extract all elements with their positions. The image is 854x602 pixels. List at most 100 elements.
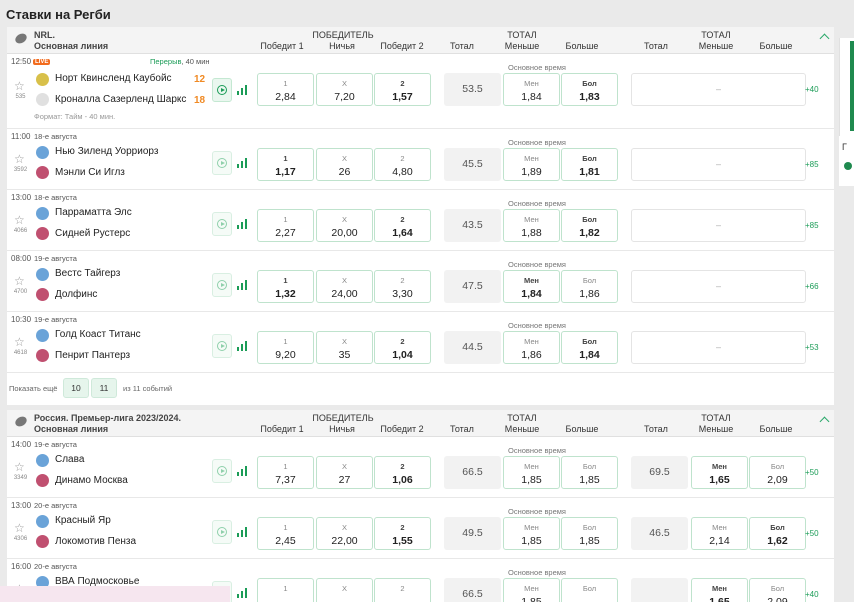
odd-over-button[interactable]: Бол 1,85 (561, 517, 618, 550)
odd-under-button[interactable]: Мен 1,86 (503, 331, 560, 364)
odd-draw-button[interactable]: X 24,00 (316, 270, 373, 303)
team2-name[interactable]: Мэнли Си Иглз (55, 167, 125, 178)
video-button[interactable] (212, 212, 232, 236)
match-row[interactable]: 13:00 18-е августа ☆ 4066 Парраматта Элс Сидн… (7, 190, 834, 251)
more-markets-link[interactable]: +40 (805, 85, 819, 94)
video-button[interactable] (212, 78, 232, 102)
more-markets-link[interactable]: +50 (805, 468, 819, 477)
odd-under2-button[interactable]: Мен 1,65 (691, 578, 748, 602)
favorite-star-icon[interactable]: ☆ (14, 335, 25, 349)
match-row[interactable]: 12:50 LIVE Перерыв, 40 мин ☆ 535 Норт Кви… (7, 54, 834, 129)
team1-name[interactable]: Норт Квинсленд Каубойс (55, 73, 172, 84)
team1-name[interactable]: Слава (55, 454, 84, 465)
video-button[interactable] (212, 334, 232, 358)
show-more-10-button[interactable]: 10 (63, 378, 89, 398)
odd-win2-button[interactable]: 2 3,30 (374, 270, 431, 303)
odd-over2-button[interactable]: Бол 1,62 (749, 517, 806, 550)
favorite-star-icon[interactable]: ☆ (14, 213, 25, 227)
odd-over2-button[interactable]: Бол 2,09 (749, 456, 806, 489)
odd-under-button[interactable]: Мен 1,84 (503, 270, 560, 303)
odd-over-button[interactable]: Бол 1,81 (561, 148, 618, 181)
match-row[interactable]: 10:30 19-е августа ☆ 4618 Голд Коаст Титанс П… (7, 312, 834, 373)
odd-draw-button[interactable]: X 22,00 (316, 517, 373, 550)
odd-draw-button[interactable]: X 27 (316, 456, 373, 489)
favorite-star-icon[interactable]: ☆ (14, 521, 25, 535)
odd-draw-button[interactable]: X 20,00 (316, 209, 373, 242)
odd-draw-button[interactable]: X 35 (316, 331, 373, 364)
team1-name[interactable]: Голд Коаст Титанс (55, 329, 141, 340)
team1-name[interactable]: Нью Зиленд Уорриорз (55, 146, 158, 157)
odd-over2-button[interactable]: Бол 2,09 (749, 578, 806, 602)
odd-win1-button[interactable]: 1 1,17 (257, 148, 314, 181)
team1-name[interactable]: Вестс Тайгерз (55, 268, 120, 279)
team2-name[interactable]: Долфинс (55, 289, 97, 300)
favorite-star-icon[interactable]: ☆ (14, 460, 25, 474)
stats-bars-icon[interactable] (237, 341, 248, 351)
odd-win1-button[interactable]: 1 2,27 (257, 209, 314, 242)
more-markets-link[interactable]: +66 (805, 282, 819, 291)
odd-win2-button[interactable]: 2 4,80 (374, 148, 431, 181)
team2-name[interactable]: Локомотив Пенза (55, 536, 136, 547)
stats-bars-icon[interactable] (237, 85, 248, 95)
odd-under-button[interactable]: Мен 1,89 (503, 148, 560, 181)
odd-over-button[interactable]: Бол 1,86 (561, 270, 618, 303)
video-button[interactable] (212, 151, 232, 175)
odd-over-button[interactable]: Бол 1,83 (561, 73, 618, 106)
odd-win2-button[interactable]: 2 1,55 (374, 517, 431, 550)
odd-under-button[interactable]: Мен 1,85 (503, 578, 560, 602)
team2-name[interactable]: Пенрит Пантерз (55, 350, 130, 361)
collapse-chevron-icon[interactable] (819, 33, 830, 44)
more-markets-link[interactable]: +85 (805, 160, 819, 169)
more-markets-link[interactable]: +85 (805, 221, 819, 230)
odd-win1-button[interactable]: 1 1,32 (257, 270, 314, 303)
stats-bars-icon[interactable] (237, 219, 248, 229)
team2-name[interactable]: Сидней Рустерс (55, 228, 130, 239)
match-row[interactable]: 11:00 18-е августа ☆ 3592 Нью Зиленд Уорриор… (7, 129, 834, 190)
stats-bars-icon[interactable] (237, 158, 248, 168)
odd-win1-button[interactable]: 1 9,20 (257, 331, 314, 364)
odd-draw-button[interactable]: X 26 (316, 148, 373, 181)
odd-under-button[interactable]: Мен 1,85 (503, 517, 560, 550)
stats-bars-icon[interactable] (237, 588, 248, 598)
odd-over-button[interactable]: Бол 1,82 (561, 209, 618, 242)
collapse-chevron-icon[interactable] (819, 416, 830, 427)
odd-over-button[interactable]: Бол 1,84 (561, 331, 618, 364)
stats-bars-icon[interactable] (237, 527, 248, 537)
more-markets-link[interactable]: +40 (805, 590, 819, 599)
favorite-star-icon[interactable]: ☆ (14, 274, 25, 288)
odd-under2-button[interactable]: Мен 2,14 (691, 517, 748, 550)
odd-win2-button[interactable]: 2 1,06 (374, 456, 431, 489)
team2-name[interactable]: Динамо Москва (55, 475, 128, 486)
league-title[interactable]: NRL. Основная линия (34, 30, 108, 52)
video-button[interactable] (212, 459, 232, 483)
favorite-star-icon[interactable]: ☆ (14, 152, 25, 166)
video-button[interactable] (212, 520, 232, 544)
more-markets-link[interactable]: +50 (805, 529, 819, 538)
more-markets-link[interactable]: +53 (805, 343, 819, 352)
odd-under2-button[interactable]: Мен 1,65 (691, 456, 748, 489)
match-row[interactable]: 08:00 19-е августа ☆ 4700 Вестс Тайгерз Долфи… (7, 251, 834, 312)
odd-draw-button[interactable]: X 7,20 (316, 73, 373, 106)
video-button[interactable] (212, 273, 232, 297)
odd-win2-button[interactable]: 2 1,04 (374, 331, 431, 364)
odd-under-button[interactable]: Мен 1,85 (503, 456, 560, 489)
match-row[interactable]: 14:00 19-е августа ☆ 3349 Слава Динамо Москва… (7, 437, 834, 498)
odd-win2-button[interactable]: 2 1,64 (374, 209, 431, 242)
odd-win1-button[interactable]: 1 2,45 (257, 517, 314, 550)
match-row[interactable]: 13:00 20-е августа ☆ 4306 Красный Яр Локомоти… (7, 498, 834, 559)
odd-over-button[interactable]: Бол 1,85 (561, 456, 618, 489)
notification-bar[interactable] (0, 586, 230, 602)
odd-draw-button[interactable]: X (316, 578, 373, 602)
stats-bars-icon[interactable] (237, 280, 248, 290)
show-more-11-button[interactable]: 11 (91, 378, 117, 398)
team2-name[interactable]: Кроналла Сазерленд Шаркс (55, 94, 186, 105)
odd-under-button[interactable]: Мен 1,84 (503, 73, 560, 106)
odd-win1-button[interactable]: 1 7,37 (257, 456, 314, 489)
odd-over-button[interactable]: Бол (561, 578, 618, 602)
odd-win2-button[interactable]: 2 1,57 (374, 73, 431, 106)
team1-name[interactable]: Красный Яр (55, 515, 111, 526)
odd-win1-button[interactable]: 1 (257, 578, 314, 602)
odd-under-button[interactable]: Мен 1,88 (503, 209, 560, 242)
league-title[interactable]: Россия. Премьер-лига 2023/2024. Основная … (34, 413, 181, 435)
stats-bars-icon[interactable] (237, 466, 248, 476)
